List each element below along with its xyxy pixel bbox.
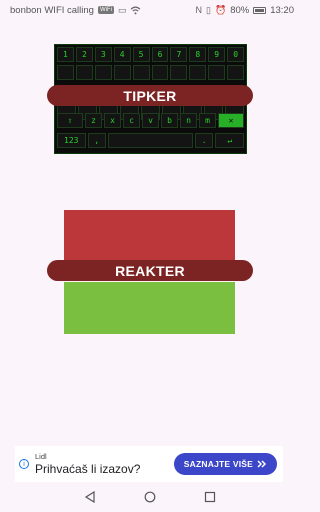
key: v (142, 113, 159, 128)
key: 8 (189, 47, 207, 62)
key (227, 65, 245, 80)
wifi-icon (131, 6, 141, 14)
keyboard-letter-row: ⇧ z x c v b n m ✕ (57, 113, 244, 128)
key: 9 (208, 47, 226, 62)
key (189, 65, 207, 80)
key (170, 65, 188, 80)
nfc-icon: N (195, 5, 203, 15)
keyboard-row-2 (57, 65, 245, 80)
status-left: bonbon WIFI calling WiFi ▭ (10, 5, 141, 16)
battery-percent: 80% (230, 4, 250, 16)
backspace-key: ✕ (218, 113, 244, 128)
key (132, 65, 150, 80)
key (94, 65, 112, 80)
ad-advertiser: Lidl (35, 452, 47, 461)
ad-banner[interactable]: i Lidl Prihvaćaš li izazov? SAZNAJTE VIŠ… (15, 446, 283, 482)
navigation-bar (0, 482, 300, 512)
key: 3 (94, 47, 112, 62)
ad-text: Lidl Prihvaćaš li izazov? (35, 452, 174, 476)
reakter-button[interactable]: REAKTER (47, 260, 253, 281)
key (208, 65, 226, 80)
comma-key: , (87, 133, 107, 148)
ad-headline: Prihvaćaš li izazov? (35, 462, 141, 476)
space-key (108, 133, 193, 148)
status-bar: bonbon WIFI calling WiFi ▭ N ▯ ⏰ 80% 13:… (0, 0, 300, 20)
ad-cta-button[interactable]: SAZNAJTE VIŠE (173, 453, 277, 475)
alarm-icon: ⏰ (214, 4, 227, 15)
key: z (85, 113, 102, 128)
keyboard-bottom-row: 123 , . ↵ (57, 133, 244, 148)
tipker-button[interactable]: TIPKER (47, 85, 253, 106)
numbers-key: 123 (57, 133, 86, 148)
key: n (180, 113, 197, 128)
recent-apps-button[interactable] (203, 490, 217, 504)
key: 6 (151, 47, 169, 62)
recent-square-icon (204, 491, 216, 503)
back-button[interactable] (83, 490, 97, 504)
key: m (199, 113, 216, 128)
key: 7 (170, 47, 188, 62)
key (151, 65, 169, 80)
home-circle-icon (144, 491, 156, 503)
key: b (161, 113, 178, 128)
key: 5 (132, 47, 150, 62)
back-triangle-icon (84, 491, 95, 503)
status-right: N ▯ ⏰ 80% 13:20 (196, 5, 294, 16)
key: 0 (227, 47, 245, 62)
ad-cta-label: SAZNAJTE VIŠE (183, 459, 253, 469)
key: 2 (75, 47, 93, 62)
enter-key: ↵ (215, 133, 244, 148)
wifi-calling-badge: WiFi (97, 6, 114, 14)
key: 4 (113, 47, 131, 62)
key: x (104, 113, 121, 128)
key (113, 65, 131, 80)
notification-icon: ▭ (117, 4, 127, 15)
period-key: . (194, 133, 214, 148)
shift-key: ⇧ (57, 113, 83, 128)
vibrate-icon: ▯ (206, 4, 211, 15)
key: c (123, 113, 140, 128)
carrier-label: bonbon WIFI calling (10, 4, 94, 16)
key (57, 65, 74, 80)
key (75, 65, 93, 80)
keyboard-number-row: 1 2 3 4 5 6 7 8 9 0 (57, 47, 245, 62)
reakter-red-block (64, 210, 235, 262)
battery-icon (253, 6, 267, 14)
reakter-green-block (64, 282, 235, 334)
double-chevron-right-icon (257, 460, 267, 468)
home-button[interactable] (143, 490, 157, 504)
info-icon[interactable]: i (19, 459, 29, 469)
key: 1 (57, 47, 74, 62)
clock: 13:20 (270, 4, 294, 16)
